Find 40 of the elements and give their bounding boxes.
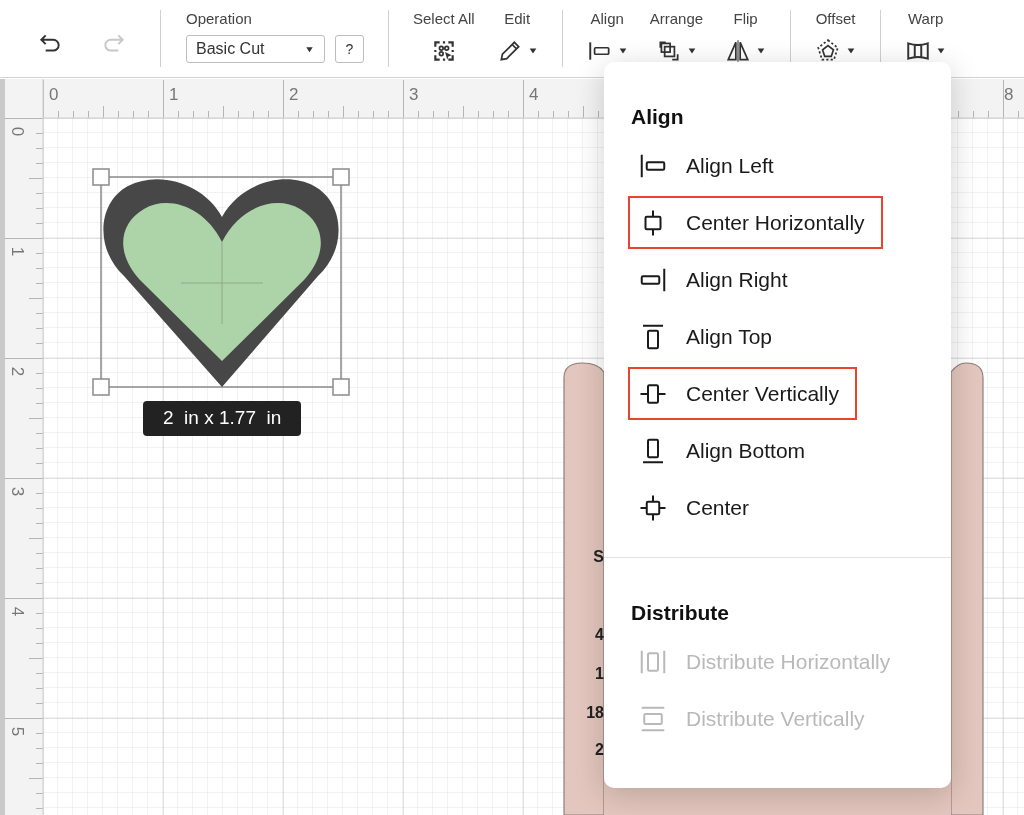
size-label: 2 in x 1.77 in — [143, 401, 302, 436]
menu-item[interactable]: Align Left — [628, 139, 792, 192]
ruler-number: 3 — [409, 84, 419, 106]
toolbar-button[interactable]: Arrange — [649, 0, 704, 77]
help-button[interactable]: ? — [335, 35, 364, 63]
ruler-number: 1 — [169, 84, 179, 106]
selection-frame[interactable] — [92, 168, 350, 396]
menu-item[interactable]: Center Horizontally — [628, 196, 883, 249]
section-heading: Align — [631, 104, 684, 131]
ruler-number: 2 — [9, 366, 27, 377]
toolbar-button[interactable]: Align — [586, 0, 628, 77]
flip-icon — [725, 38, 752, 64]
mat-text: 4 — [595, 627, 604, 643]
menu-item[interactable]: Align Right — [628, 253, 806, 306]
toolbar-button[interactable]: Offset — [815, 0, 857, 77]
ruler-number: 1 — [9, 246, 27, 257]
ruler-number: 3 — [9, 486, 27, 497]
operation-label: Operation — [186, 9, 252, 29]
ruler-number: 5 — [9, 726, 27, 737]
toolbar-button[interactable]: Edit — [496, 0, 538, 77]
mat-text: S — [593, 549, 604, 565]
mat-text: 2 — [595, 742, 604, 758]
menu-item[interactable]: Center Vertically — [628, 367, 857, 420]
menu-item[interactable]: Center — [628, 481, 768, 534]
toolbar-button[interactable]: Flip — [725, 0, 767, 77]
mat-text: 1 — [595, 666, 604, 682]
mat-text: 18 — [586, 705, 604, 721]
section-heading: Distribute — [631, 600, 729, 627]
menu-item[interactable]: Align Bottom — [628, 424, 824, 477]
ruler-number: 0 — [49, 84, 59, 106]
toolbar-button[interactable]: Select All — [413, 0, 475, 77]
ruler-number: 4 — [9, 606, 27, 617]
ruler-number: 4 — [529, 84, 539, 106]
heart-shape[interactable] — [103, 179, 339, 387]
operation-select[interactable]: Basic Cut — [186, 35, 325, 63]
ruler-number: 2 — [289, 84, 299, 106]
toolbar-button[interactable]: Warp — [905, 0, 947, 77]
menu-item[interactable]: Align Top — [628, 310, 790, 363]
ruler-number: 0 — [9, 126, 27, 137]
ruler-number: 8 — [1004, 84, 1014, 106]
